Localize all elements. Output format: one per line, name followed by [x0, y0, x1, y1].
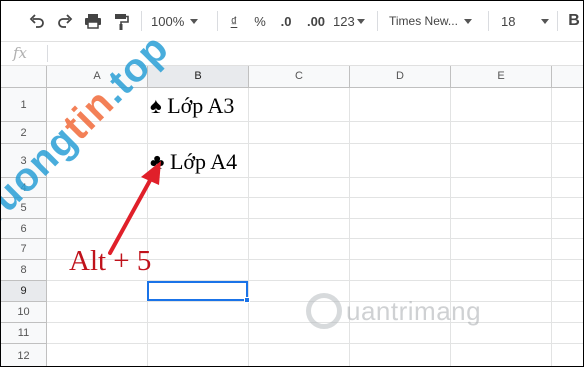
annotation-arrow — [108, 161, 161, 255]
spreadsheet-window: 100% ₫ % .0 .00 123 Times New... 18 B fx… — [0, 0, 584, 367]
